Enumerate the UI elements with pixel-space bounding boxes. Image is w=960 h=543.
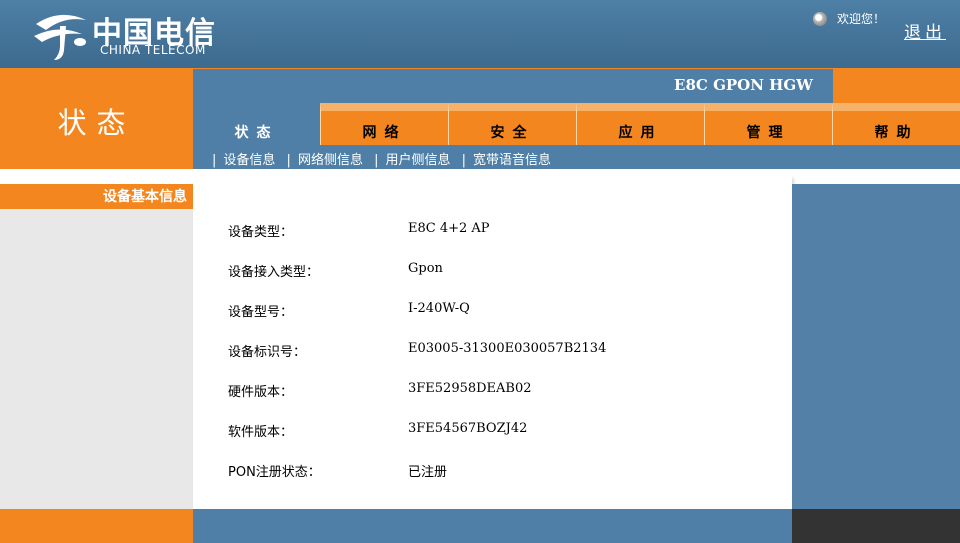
footer-middle <box>193 509 792 543</box>
sidebar-item-device-basic-info[interactable]: 设备基本信息 <box>0 186 187 206</box>
pon-status-label: PON注册状态： <box>228 465 321 480</box>
welcome-icon <box>813 12 827 26</box>
device-id-value: E03005-31300E030057B2134 <box>408 341 607 356</box>
sidebar-spacer <box>0 169 193 184</box>
sub-navigation: | 设备信息 | 网络侧信息 | 用户侧信息 | 宽带语音信息 <box>193 145 960 169</box>
subnav-network-side-info[interactable]: 网络侧信息 <box>298 153 363 168</box>
subnav-separator: | <box>286 153 291 168</box>
software-version-label: 软件版本： <box>228 425 294 440</box>
telecom-logo-icon <box>34 14 86 60</box>
main-tabs: 状态 网络 安全 应用 管理 帮助 <box>193 103 960 145</box>
product-bar-end <box>833 68 960 103</box>
tab-network[interactable]: 网络 <box>320 103 448 145</box>
subnav-separator: | <box>461 153 467 168</box>
device-type-label: 设备类型： <box>228 225 294 240</box>
welcome-text: 欢迎您！ <box>837 12 886 26</box>
china-telecom-logo: 中国电信 CHINA TELECOM <box>30 6 230 62</box>
device-model-value: I-240W-Q <box>408 301 470 316</box>
hardware-version-value: 3FE52958DEAB02 <box>408 381 532 396</box>
subnav-separator: | <box>374 153 379 168</box>
subnav-broadband-voice-info[interactable]: 宽带语音信息 <box>473 153 551 168</box>
pon-status-value: 已注册 <box>408 465 448 480</box>
device-model-label: 设备型号： <box>228 305 294 320</box>
sidebar-background <box>0 209 193 509</box>
subnav-separator: | <box>212 153 217 168</box>
tab-security[interactable]: 安全 <box>448 103 576 145</box>
access-type-value: Gpon <box>408 261 443 276</box>
subnav-device-info[interactable]: 设备信息 <box>223 153 275 168</box>
footer-right <box>792 509 960 543</box>
software-version-value: 3FE54567BOZJ42 <box>408 421 528 436</box>
sidebar-title: 状态 <box>57 106 136 140</box>
logo-english-text: CHINA TELECOM <box>100 43 206 57</box>
tab-status[interactable]: 状态 <box>193 103 320 145</box>
hardware-version-label: 硬件版本： <box>228 385 294 400</box>
product-name: E8C GPON HGW <box>674 76 813 94</box>
tab-help[interactable]: 帮助 <box>832 103 960 145</box>
tab-application[interactable]: 应用 <box>576 103 704 145</box>
device-id-label: 设备标识号： <box>228 345 307 360</box>
tab-management[interactable]: 管理 <box>704 103 832 145</box>
right-panel <box>792 184 960 509</box>
footer-left <box>0 509 193 543</box>
access-type-label: 设备接入类型： <box>228 265 320 280</box>
subnav-user-side-info[interactable]: 用户侧信息 <box>385 153 450 168</box>
logout-link[interactable]: 退出 <box>904 18 946 43</box>
device-type-value: E8C 4+2 AP <box>408 221 490 236</box>
